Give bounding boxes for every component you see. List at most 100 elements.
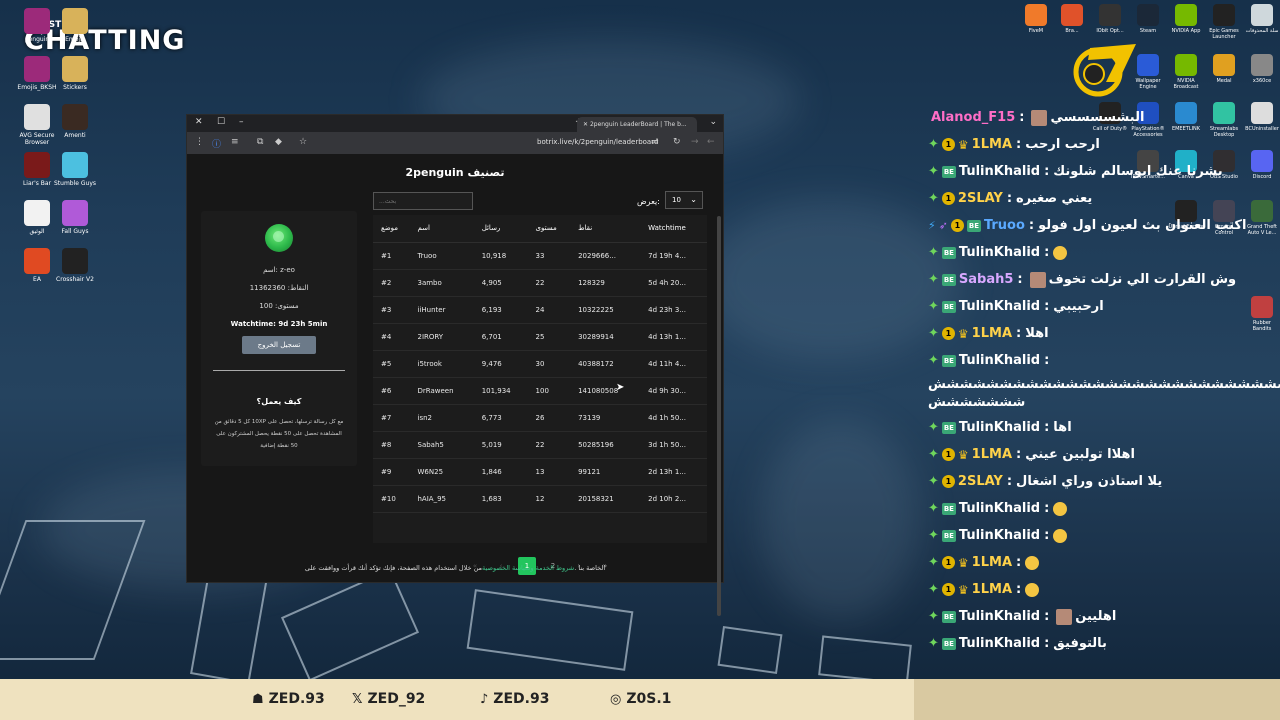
chevron-down-icon: ⌄ xyxy=(690,195,697,204)
chat-username[interactable]: TulinKhalid xyxy=(959,420,1040,435)
chat-username[interactable]: TulinKhalid xyxy=(959,353,1040,368)
info-icon[interactable]: ⓘ xyxy=(212,137,221,150)
chat-username[interactable]: 2SLAY xyxy=(958,474,1003,489)
table-row[interactable]: #1 Truoo 10,918 33 2029666... 7d 19h 4... xyxy=(373,242,707,270)
chat-username[interactable]: TulinKhalid xyxy=(959,299,1040,314)
desktop-icon-3[interactable]: Stickers xyxy=(52,56,98,91)
chat-message: ✦ BE TulinKhalid: xyxy=(928,522,1280,549)
chat-username[interactable]: 1LMA xyxy=(972,326,1012,341)
desktop-icon-9[interactable]: Fall Guys xyxy=(52,200,98,235)
top-icon-6[interactable]: سلة المحذوفات xyxy=(1244,4,1280,34)
chat-username[interactable]: 1LMA xyxy=(972,582,1012,597)
table-row[interactable]: #9 W6N25 1,846 13 99121 2d 13h 1... xyxy=(373,458,707,486)
chat-username[interactable]: TulinKhalid xyxy=(959,528,1040,543)
social-handle[interactable]: ◎ Z0S.1 xyxy=(610,691,671,707)
chat-username[interactable]: TulinKhalid xyxy=(959,636,1040,651)
tab-list-chevron-icon[interactable]: ⌄ xyxy=(709,117,717,127)
chat-username[interactable]: 1LMA xyxy=(972,447,1012,462)
top-icon-3[interactable]: Steam xyxy=(1130,4,1166,34)
footer-post: من خلال استخدام هذه الصفحة، فإنك تؤكد أن… xyxy=(304,564,483,572)
desktop-icon-1[interactable]: Emojis xyxy=(52,8,98,43)
diamond-badge-icon: ✦ xyxy=(928,474,939,489)
top-icon-9[interactable]: Medal xyxy=(1206,54,1242,84)
column-header[interactable]: اسم xyxy=(409,215,474,243)
medal-icon xyxy=(1213,54,1235,76)
maximize-window-icon[interactable]: ☐ xyxy=(217,117,225,127)
diamond-icon[interactable]: ◆ xyxy=(275,137,282,147)
logout-button[interactable]: تسجيل الخروج xyxy=(242,336,316,354)
chat-username[interactable]: TulinKhalid xyxy=(959,245,1040,260)
table-row[interactable]: #7 isn2 6,773 26 73139 4d 1h 50... xyxy=(373,404,707,432)
column-header[interactable]: نقاط xyxy=(570,215,641,243)
top-icon-2[interactable]: IObit Opt... xyxy=(1092,4,1128,34)
column-header[interactable]: موضع xyxy=(373,215,410,243)
epic-icon xyxy=(1213,4,1235,26)
chat-username[interactable]: TulinKhalid xyxy=(959,164,1040,179)
terms-link[interactable]: شروط الخدمة وسياسة الخصوصية xyxy=(482,564,574,572)
bot-badge-icon: BE xyxy=(941,610,956,623)
top-icon-1[interactable]: Bra... xyxy=(1054,4,1090,34)
page-size-select[interactable]: 10 ⌄ xyxy=(665,191,703,209)
close-window-icon[interactable]: ✕ xyxy=(195,117,203,127)
table-cell: 22 xyxy=(527,431,571,459)
reload-icon[interactable]: ↻ xyxy=(673,137,681,147)
site-settings-icon[interactable]: ⇌ xyxy=(651,137,659,147)
social-handle[interactable]: ☗ ZED.93 xyxy=(252,691,325,707)
column-header[interactable]: رسائل xyxy=(473,215,528,243)
table-row[interactable]: #4 2IRORY 6,701 25 30289914 4d 13h 1... xyxy=(373,323,707,351)
back-icon[interactable]: ← xyxy=(707,137,715,147)
table-cell: 30 xyxy=(527,350,571,378)
table-cell: 4d 1h 50... xyxy=(640,404,707,432)
tune-icon[interactable]: ≡ xyxy=(231,137,239,147)
desktop-icon-11[interactable]: Crosshair V2 xyxy=(52,248,98,283)
social-handle[interactable]: ♪ ZED.93 xyxy=(480,691,549,707)
table-row[interactable]: #2 3ambo 4,905 22 128329 5d 4h 20... xyxy=(373,269,707,297)
desktop-icon-7[interactable]: Stumble Guys xyxy=(52,152,98,187)
table-row[interactable]: #6 DrRaween 101,934 100 141080508 4d 9h 30... xyxy=(373,377,707,405)
extensions-icon[interactable]: ⧉ xyxy=(257,137,263,147)
column-header[interactable]: مستوى xyxy=(527,215,571,243)
browser-tab[interactable]: ✕ 2penguin LeaderBoard | The b... xyxy=(577,117,697,132)
scrollbar[interactable] xyxy=(717,216,721,616)
desktop-icon-5[interactable]: Amenti xyxy=(52,104,98,139)
sword-badge-icon: ➶ xyxy=(938,219,948,232)
chat-username[interactable]: 2SLAY xyxy=(958,191,1003,206)
bot-badge-icon: BE xyxy=(941,502,956,515)
divider xyxy=(213,370,345,371)
table-row[interactable]: #3 iiHunter 6,193 24 10322225 4d 23h 3... xyxy=(373,296,707,324)
social-handle[interactable]: 𝕏 ZED_92 xyxy=(352,691,425,707)
table-row[interactable]: #10 hAIA_95 1,683 12 20158321 2d 10h 2... xyxy=(373,485,707,513)
top-icon-0[interactable]: FiveM xyxy=(1018,4,1054,34)
table-row[interactable]: #8 Sabah5 5,019 22 50285196 3d 1h 50... xyxy=(373,431,707,459)
chat-username[interactable]: Truoo xyxy=(984,218,1025,233)
top-icon-10[interactable]: x360ce xyxy=(1244,54,1280,84)
top-icon-8[interactable]: NVIDIA Broadcast xyxy=(1168,54,1204,90)
chat-text: ارحبيبي xyxy=(1053,299,1104,314)
desktop-icon-label: Crosshair V2 xyxy=(56,276,94,283)
search-input[interactable] xyxy=(373,192,473,210)
chat-badges: ⚡ ➶ 1 BE xyxy=(928,219,981,232)
table-cell: 26 xyxy=(527,404,571,432)
diamond-badge-icon: ✦ xyxy=(928,353,939,368)
chat-username[interactable]: Alanod_F15 xyxy=(931,110,1015,125)
bookmark-star-icon[interactable]: ☆ xyxy=(299,137,307,147)
table-row[interactable]: #5 i5trook 9,476 30 40388172 4d 11h 4... xyxy=(373,350,707,378)
chat-username[interactable]: 1LMA xyxy=(972,137,1012,152)
chat-username[interactable]: TulinKhalid xyxy=(959,501,1040,516)
menu-dots-icon[interactable]: ⋮ xyxy=(195,137,204,147)
browser-window: ✕ ☐ – + ✕ 2penguin LeaderBoard | The b..… xyxy=(186,114,724,616)
smiley-emoji-icon xyxy=(1025,582,1040,597)
chat-username[interactable]: 1LMA xyxy=(972,555,1012,570)
top-icon-4[interactable]: NVIDIA App xyxy=(1168,4,1204,34)
chat-username[interactable]: TulinKhalid xyxy=(959,609,1040,624)
social-bar-right xyxy=(914,679,1280,720)
minimize-window-icon[interactable]: – xyxy=(239,117,244,127)
tab-close-icon[interactable]: ✕ xyxy=(583,121,590,128)
column-header[interactable]: Watchtime xyxy=(640,215,707,243)
chat-username[interactable]: Sabah5 xyxy=(959,272,1014,287)
chat-badges: ✦ 1 ♛ xyxy=(928,447,969,462)
top-icon-5[interactable]: Epic Games Launcher xyxy=(1206,4,1242,40)
url-text[interactable]: botrix.live/k/2penguin/leaderboard xyxy=(537,138,658,146)
forward-icon[interactable]: → xyxy=(691,137,699,147)
top-icon-label: Epic Games Launcher xyxy=(1209,28,1239,40)
